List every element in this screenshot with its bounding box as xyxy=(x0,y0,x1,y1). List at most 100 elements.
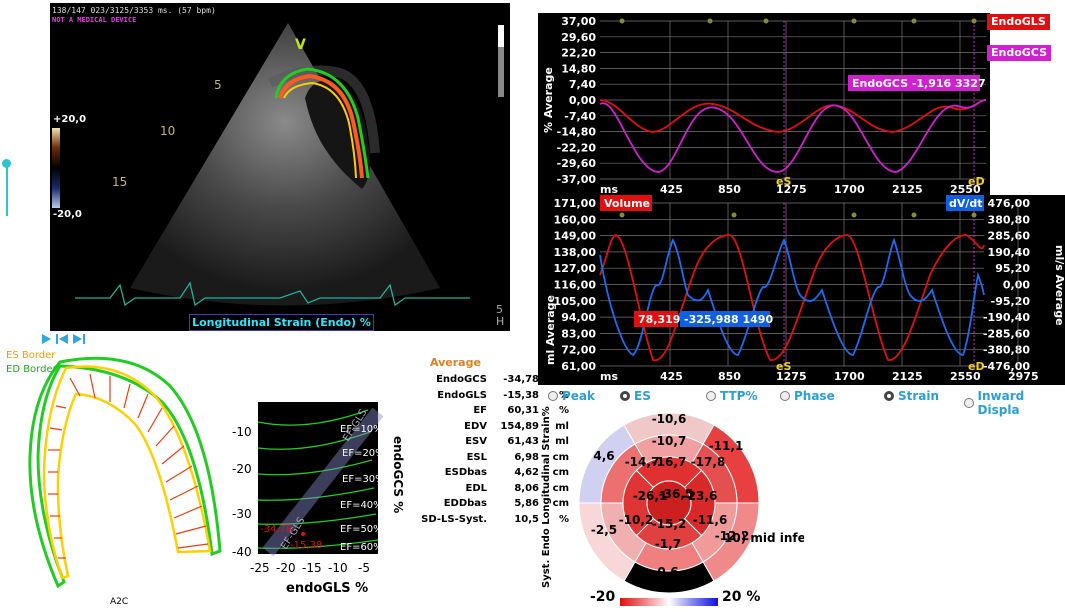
es-marker-label: eS xyxy=(776,175,791,188)
svg-text:-10: -10 xyxy=(328,561,348,575)
bullseye-value: 0,6 xyxy=(657,565,678,579)
bullseye-value: 4,6 xyxy=(593,449,614,463)
y-tick-label: 7,40 xyxy=(569,78,596,91)
bullseye-value: -15,2 xyxy=(652,517,687,531)
svg-text:EF=20%: EF=20% xyxy=(342,448,385,459)
y-tick-label: -37,00 xyxy=(557,173,597,186)
bullseye-value: -2,5 xyxy=(591,523,617,537)
radio-es[interactable]: ES xyxy=(620,389,651,403)
radio-icon[interactable] xyxy=(884,391,894,401)
echo-sector: V 5 10 15 5 H xyxy=(75,23,504,328)
time-slider-track[interactable] xyxy=(6,160,8,216)
event-dot xyxy=(971,212,977,218)
radio-strain[interactable]: Strain xyxy=(884,389,939,403)
svg-text:EF=40%: EF=40% xyxy=(340,500,383,511)
series-dvdt xyxy=(599,237,985,357)
y-tick-left: 83,00 xyxy=(561,327,596,340)
y-tick-left: 149,00 xyxy=(554,230,597,243)
cursor-readout: EndoGCS -1,916 3327 xyxy=(852,77,986,90)
radio-inward-displacement[interactable]: Inward Displa xyxy=(964,389,1065,417)
event-dot xyxy=(707,18,713,24)
depth-mark-h: H xyxy=(496,315,504,328)
scale-max: 20 % xyxy=(722,589,761,605)
volume-chart: 171,00 476,00 160,00 380,80 149,00 285,60 138,… xyxy=(544,195,1065,383)
event-dot xyxy=(851,212,857,218)
x-tick-label: 850 xyxy=(718,370,741,383)
radio-icon[interactable] xyxy=(620,391,630,401)
series-endogcs xyxy=(599,99,987,173)
y-tick-right: 0,00 xyxy=(1003,279,1030,292)
time-slider-handle[interactable] xyxy=(2,159,11,168)
readout-volume: 78,319 xyxy=(638,313,680,326)
bullseye-value: -14,7 xyxy=(625,455,660,469)
legend-volume: Volume xyxy=(604,197,650,210)
svg-text:-5: -5 xyxy=(358,561,370,575)
skip-back-icon[interactable] xyxy=(55,333,69,345)
volume-chart-panel[interactable]: 171,00 476,00 160,00 380,80 149,00 285,60 138,… xyxy=(538,195,1065,385)
ef-nomogram-plot: EF=10% EF=20% EF=30% EF=40% EF=50% EF=60… xyxy=(232,402,405,596)
view-marker: V xyxy=(295,37,306,53)
x-tick-label: 1700 xyxy=(834,370,865,383)
legend-dvdt: dV/dt xyxy=(949,197,983,210)
svg-text:-20: -20 xyxy=(276,561,296,575)
radio-peak[interactable]: Peak xyxy=(548,389,595,403)
svg-text:-30: -30 xyxy=(232,507,252,521)
colorbar-min: -20,0 xyxy=(53,209,82,220)
play-icon[interactable] xyxy=(40,333,52,345)
radio-ttp[interactable]: TTP% xyxy=(706,389,757,403)
bullseye-panel[interactable]: -10,6 -10,7 -16,7 -11,1 -17,8 -14,7 4,6 -26,1 -3… xyxy=(574,408,830,596)
bullseye-plot: -10,6-10,7-16,7-11,1-17,8-14,74,6-26,1-3… xyxy=(578,412,830,594)
radio-icon[interactable] xyxy=(706,391,716,401)
x-tick-label: 2975 xyxy=(1008,370,1039,383)
y-tick-left: 94,00 xyxy=(561,311,596,324)
bullseye-value: -10,2 xyxy=(619,513,654,527)
ef-ylabel: endoGCS % xyxy=(391,436,405,513)
depth-mark-15: 15 xyxy=(112,175,127,189)
strain-ylabel: % Average xyxy=(542,67,555,133)
y-tick-right: 190,40 xyxy=(988,246,1031,259)
volume-ylabel-right: ml/s Average xyxy=(1053,245,1065,326)
colorbar-max: +20,0 xyxy=(53,114,87,125)
y-tick-right: -190,40 xyxy=(983,311,1030,324)
bullseye-value: -10,6 xyxy=(652,412,687,426)
depth-mark-10: 10 xyxy=(160,124,175,138)
svg-text:-40: -40 xyxy=(232,545,252,559)
y-tick-right: -380,80 xyxy=(983,344,1030,357)
y-tick-left: 61,00 xyxy=(561,360,596,373)
legend-endogls[interactable]: EndoGLS xyxy=(987,14,1050,30)
ed-border-label: ED Border xyxy=(6,364,57,375)
y-tick-left: 138,00 xyxy=(554,246,597,259)
y-tick-label: 0,00 xyxy=(569,94,596,107)
bullseye-value: -11,6 xyxy=(693,513,728,527)
es-marker-label: eS xyxy=(776,360,791,373)
volume-ylabel-left: ml Average xyxy=(544,295,557,365)
x-tick-label: ms xyxy=(600,183,618,195)
radio-icon[interactable] xyxy=(780,391,790,401)
echo-header: 138/147 023/3125/3353 ms. (57 bpm) xyxy=(52,6,216,15)
echo-warning: NOT A MEDICAL DEVICE xyxy=(52,16,137,24)
svg-text:-20: -20 xyxy=(232,462,252,476)
svg-text:-25: -25 xyxy=(250,561,270,575)
event-dot xyxy=(619,18,625,24)
radio-icon[interactable] xyxy=(964,398,974,408)
y-tick-left: 171,00 xyxy=(554,197,597,210)
strain-colorbar xyxy=(52,128,60,208)
y-tick-label: -22,20 xyxy=(557,141,597,154)
strain-scale-bar xyxy=(620,598,718,606)
y-tick-left: 160,00 xyxy=(554,213,597,226)
y-tick-left: 105,00 xyxy=(554,295,597,308)
y-tick-right: 285,60 xyxy=(988,230,1031,243)
radio-icon[interactable] xyxy=(548,391,558,401)
svg-text:-15: -15 xyxy=(302,561,322,575)
svg-text:EF=50%: EF=50% xyxy=(340,524,383,535)
skip-forward-icon[interactable] xyxy=(72,333,86,345)
echo-image-panel[interactable]: V 5 10 15 5 H xyxy=(50,3,510,331)
legend-endogcs[interactable]: EndoGCS xyxy=(987,45,1052,61)
event-dot xyxy=(911,18,917,24)
bullseye-value: -17,8 xyxy=(691,455,726,469)
x-tick-label: 425 xyxy=(660,370,683,383)
x-tick-label: 2125 xyxy=(892,183,923,195)
strain-chart-panel[interactable]: 37,00 29,60 22,20 14,80 7,40 0,00 -7,40 -14,80 -… xyxy=(538,13,1039,196)
radio-phase[interactable]: Phase xyxy=(780,389,835,403)
bullseye-ylabel: Syst. Endo Longitudinal Strain% xyxy=(541,406,552,588)
